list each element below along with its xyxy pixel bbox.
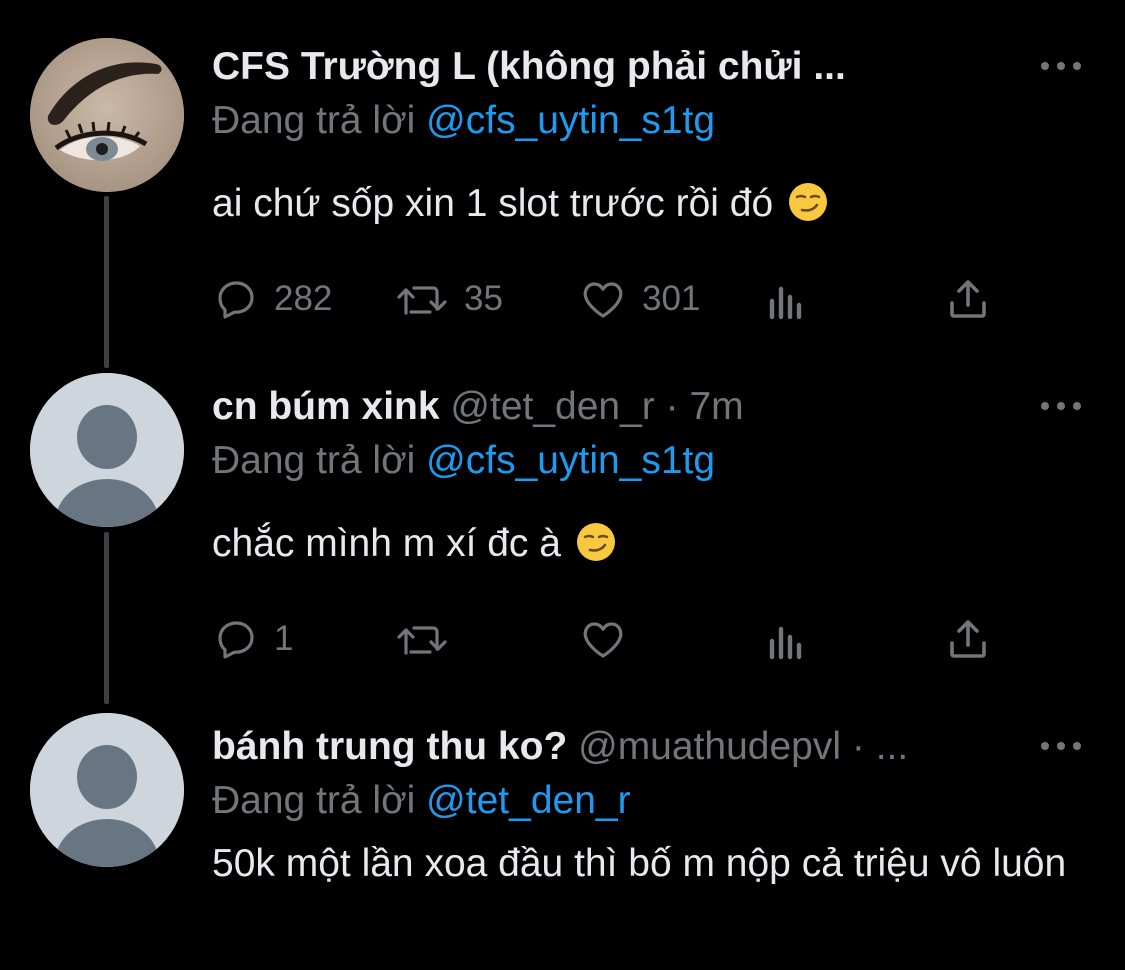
heart-icon (583, 282, 623, 318)
reply-bubble-icon (218, 281, 254, 319)
tweet-actions: 282 35 301 (212, 272, 1002, 326)
separator-dot: · (665, 385, 679, 428)
avatar[interactable] (30, 713, 184, 867)
more-options-button[interactable] (1041, 734, 1081, 758)
replying-to: Đang trả lời @cfs_uytin_s1tg (212, 96, 715, 146)
like-count: 301 (642, 279, 701, 318)
retweet-button[interactable]: 35 (394, 272, 503, 326)
tweet-text-content: ai chứ sốp xin 1 slot trước rồi đó (212, 182, 774, 225)
timestamp[interactable]: 7m (689, 385, 743, 428)
retweet-icon (397, 626, 447, 655)
reply-count: 282 (274, 279, 333, 318)
avatar[interactable] (30, 373, 184, 527)
tweet[interactable]: CFS Trường L (không phải chửi ... Đang t… (0, 0, 1125, 368)
replying-to-mention[interactable]: @cfs_uytin_s1tg (426, 439, 715, 482)
user-handle[interactable]: @tet_den_r (450, 385, 654, 428)
display-name[interactable]: bánh trung thu ko? (212, 725, 567, 768)
default-avatar-icon (30, 713, 184, 867)
smirking-face-emoji-icon (576, 523, 615, 561)
tweet-actions: 1 (212, 612, 1002, 666)
share-button[interactable] (944, 272, 992, 326)
replying-to: Đang trả lời @cfs_uytin_s1tg (212, 436, 715, 486)
analytics-button[interactable] (764, 612, 808, 666)
more-dots-icon (1041, 742, 1049, 750)
tweet-text: chắc mình m xí đc à (212, 518, 1092, 570)
reply-thread: CFS Trường L (không phải chửi ... Đang t… (0, 0, 1125, 970)
replying-to-label: Đang trả lời (212, 779, 416, 822)
display-name[interactable]: CFS Trường L (không phải chửi ... (212, 45, 846, 88)
analytics-icon (769, 286, 802, 320)
reply-count: 1 (274, 619, 294, 658)
replying-to-mention[interactable]: @cfs_uytin_s1tg (426, 99, 715, 142)
tweet-text: ai chứ sốp xin 1 slot trước rồi đó (212, 178, 1092, 230)
tweet-text-content: chắc mình m xí đc à (212, 522, 561, 565)
share-icon (950, 620, 986, 658)
like-button[interactable]: 301 (578, 272, 700, 326)
reply-button[interactable]: 282 (212, 272, 332, 326)
more-options-button[interactable] (1041, 394, 1081, 418)
reply-button[interactable]: 1 (212, 612, 293, 666)
share-button[interactable] (944, 612, 992, 666)
reply-bubble-icon (218, 621, 254, 659)
heart-icon (583, 622, 623, 658)
separator-dot: · (851, 725, 865, 768)
avatar[interactable] (30, 38, 184, 192)
default-avatar-icon (30, 373, 184, 527)
smirking-face-emoji-icon (789, 183, 828, 221)
tweet-header: cn búm xink @tet_den_r · 7m (212, 382, 1035, 432)
analytics-icon (769, 626, 802, 660)
like-button[interactable] (578, 612, 628, 666)
tweet-header: CFS Trường L (không phải chửi ... (212, 42, 1035, 92)
retweet-button[interactable] (394, 612, 450, 666)
retweet-icon (397, 286, 447, 315)
more-options-button[interactable] (1041, 54, 1081, 78)
display-name[interactable]: cn búm xink (212, 385, 440, 428)
more-dots-icon (1041, 402, 1049, 410)
more-dots-icon (1041, 62, 1049, 70)
tweet-text: 50k một lần xoa đầu thì bố m nộp cả triệ… (212, 838, 1092, 890)
tweet[interactable]: bánh trung thu ko? @muathudepvl · ... Đa… (0, 680, 1125, 970)
user-handle[interactable]: @muathudepvl (578, 725, 841, 768)
retweet-count: 35 (464, 279, 503, 318)
replying-to-label: Đang trả lời (212, 439, 416, 482)
analytics-button[interactable] (764, 272, 808, 326)
tweet-text-content: 50k một lần xoa đầu thì bố m nộp cả triệ… (212, 842, 1067, 885)
tweet[interactable]: cn búm xink @tet_den_r · 7m Đang trả lời… (0, 340, 1125, 704)
replying-to-mention[interactable]: @tet_den_r (426, 779, 630, 822)
replying-to-label: Đang trả lời (212, 99, 416, 142)
tweet-header: bánh trung thu ko? @muathudepvl · ... (212, 722, 1035, 772)
share-icon (950, 280, 986, 318)
thread-connector-line (104, 532, 109, 704)
eye-photo-avatar-image (30, 38, 184, 192)
timestamp[interactable]: ... (876, 725, 909, 768)
replying-to: Đang trả lời @tet_den_r (212, 776, 631, 826)
